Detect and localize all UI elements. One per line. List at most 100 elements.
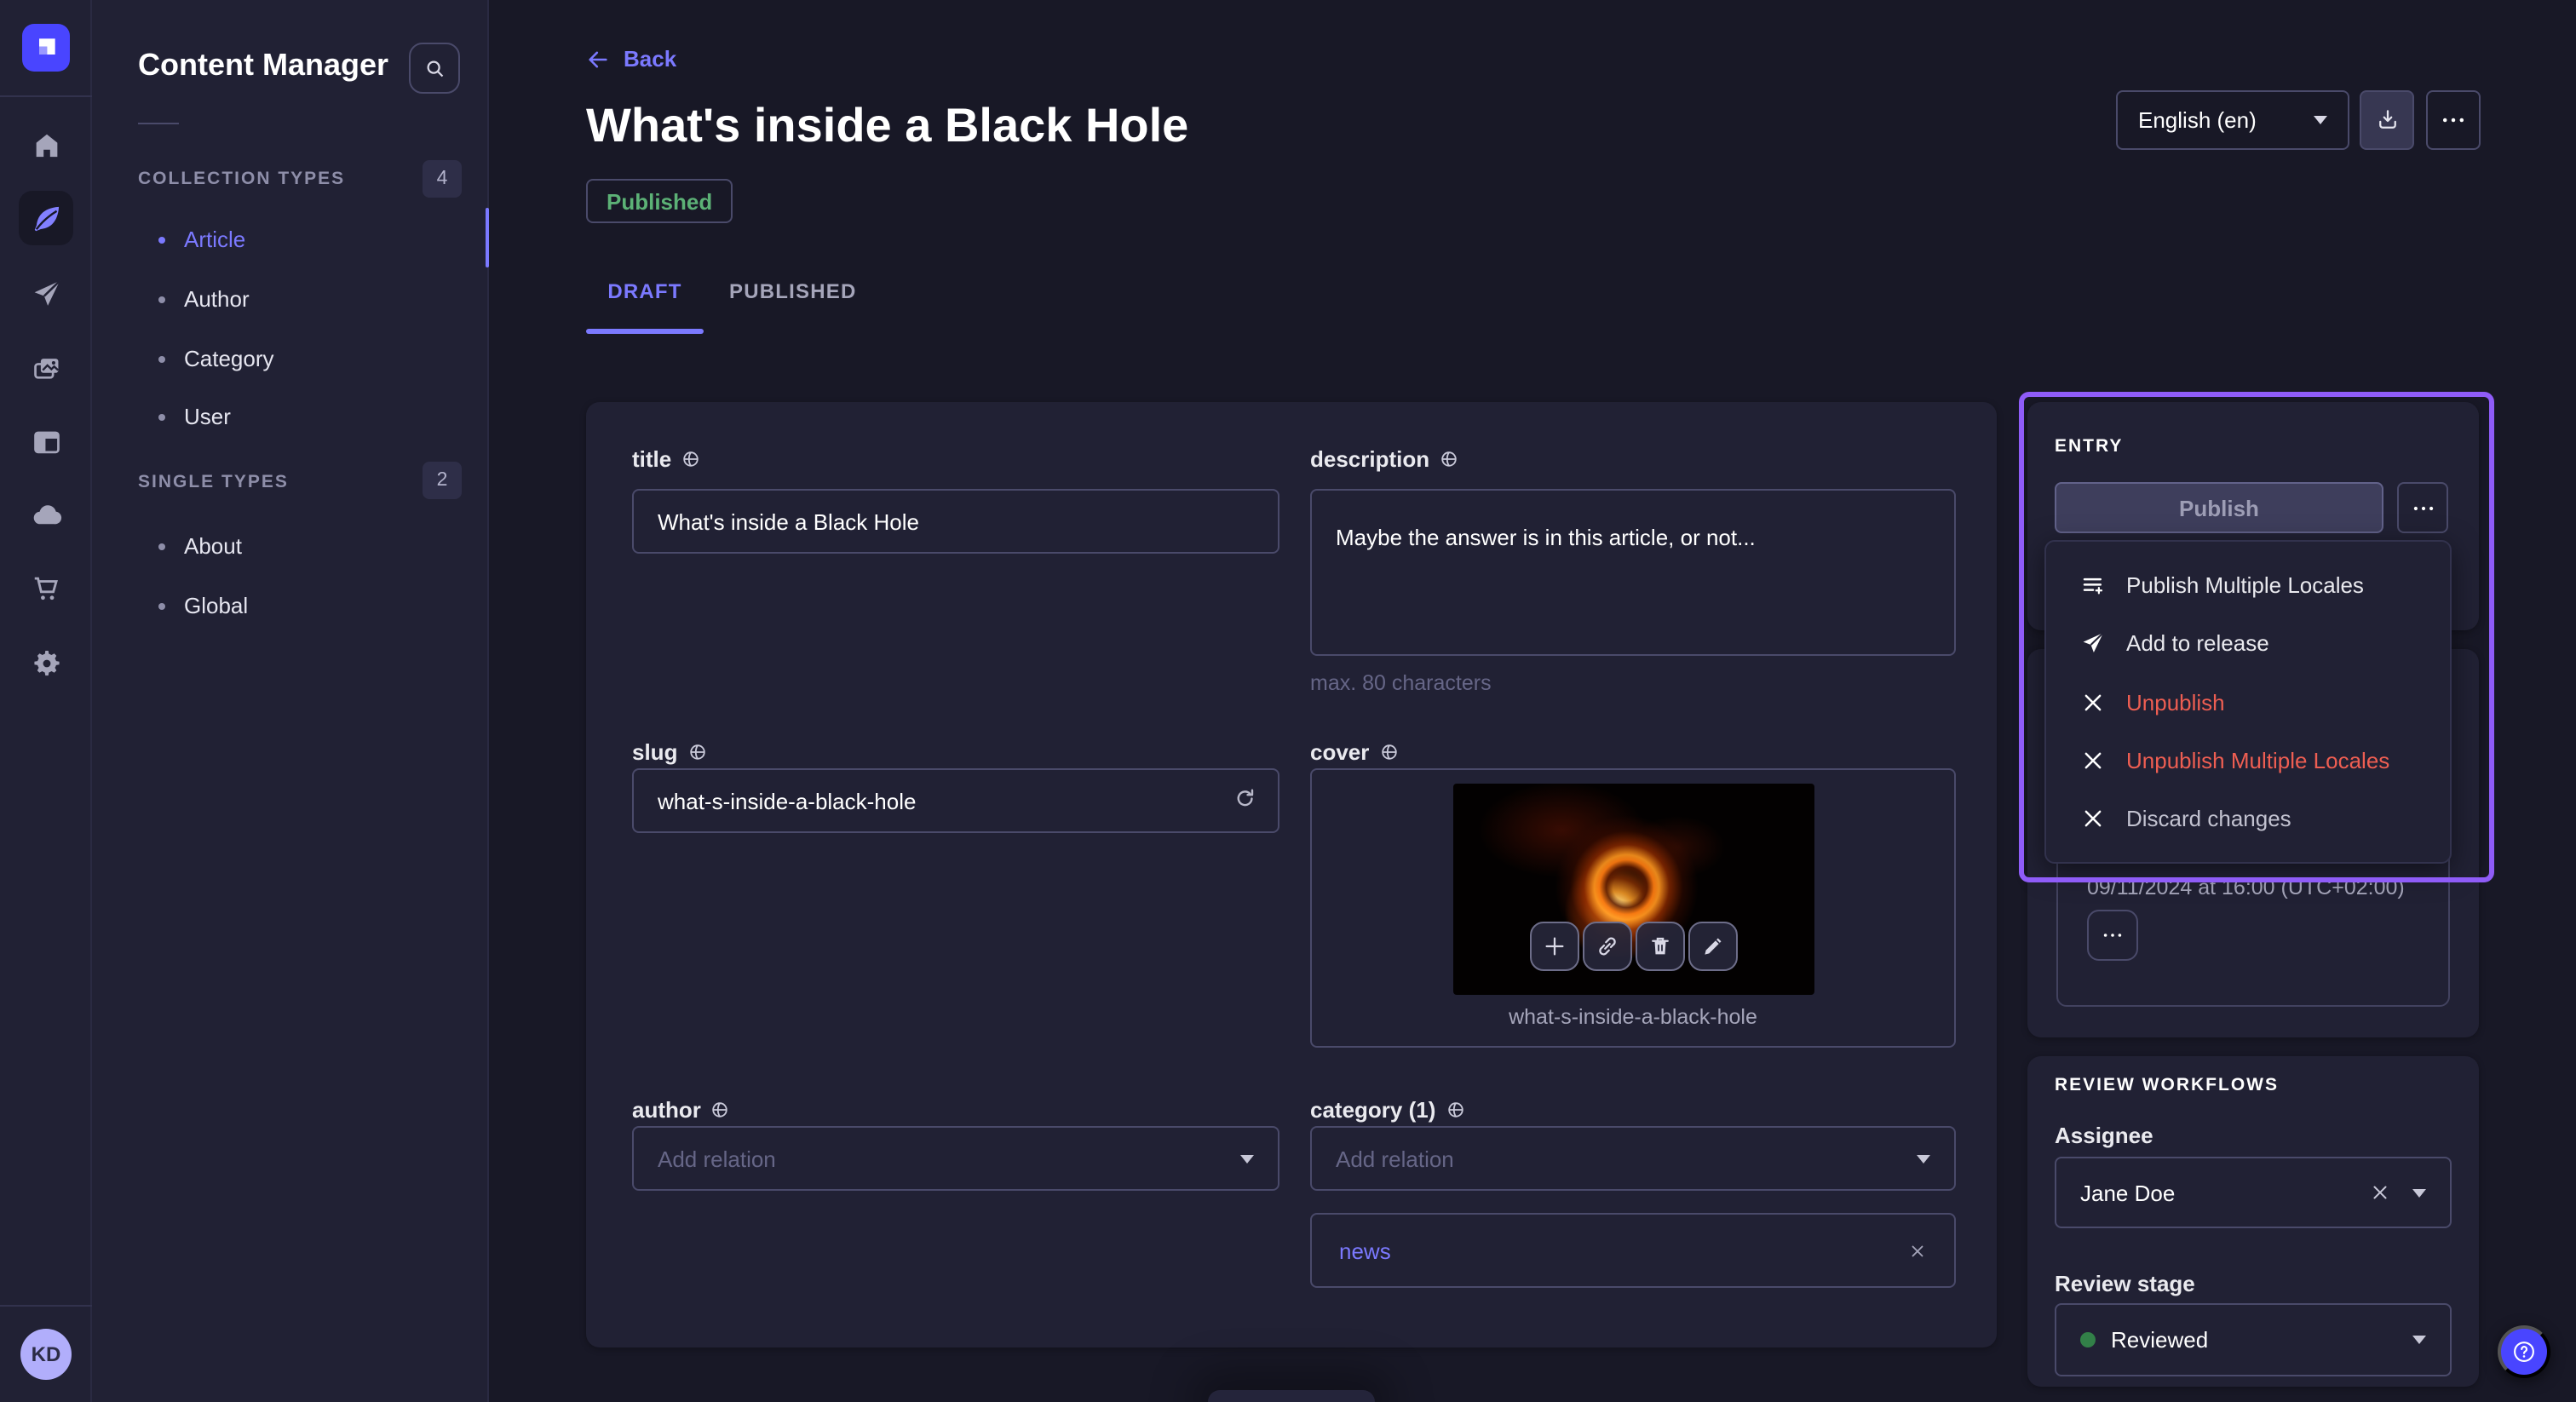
sidebar-section-collection-types: COLLECTION TYPES bbox=[138, 169, 345, 189]
back-label: Back bbox=[624, 46, 676, 72]
relation-news-link[interactable]: news bbox=[1339, 1238, 1391, 1263]
cover-delete-button[interactable] bbox=[1636, 922, 1685, 971]
remove-relation-button[interactable] bbox=[1908, 1241, 1927, 1260]
pencil-icon bbox=[1700, 934, 1726, 959]
author-field-label: author bbox=[632, 1097, 730, 1123]
menu-item-unpublish-multiple-locales[interactable]: Unpublish Multiple Locales bbox=[2046, 731, 2450, 790]
paper-plane-icon bbox=[2080, 630, 2106, 656]
nav-media-library-button[interactable] bbox=[22, 344, 70, 392]
category-placeholder: Add relation bbox=[1336, 1146, 1454, 1171]
strapi-logo-icon bbox=[32, 34, 60, 61]
bullet-icon bbox=[158, 296, 165, 302]
media-icon bbox=[30, 352, 62, 384]
arrow-left-icon bbox=[586, 47, 610, 71]
category-relation-item: news bbox=[1310, 1213, 1956, 1288]
stage-value: Reviewed bbox=[2111, 1327, 2208, 1353]
sidebar-item-user[interactable]: User bbox=[138, 404, 231, 429]
paper-plane-icon bbox=[30, 277, 62, 309]
category-field-label: category (1) bbox=[1310, 1097, 1464, 1123]
review-workflows-title: REVIEW WORKFLOWS bbox=[2055, 1075, 2279, 1095]
status-badge: Published bbox=[586, 179, 733, 223]
title-label-text: title bbox=[632, 446, 671, 472]
sidebar-item-about[interactable]: About bbox=[138, 533, 242, 559]
cover-edit-button[interactable] bbox=[1688, 922, 1738, 971]
strapi-logo[interactable] bbox=[22, 24, 70, 72]
slug-label-text: slug bbox=[632, 739, 677, 765]
menu-item-publish-multiple-locales[interactable]: Publish Multiple Locales bbox=[2046, 555, 2450, 614]
nav-settings-button[interactable] bbox=[22, 639, 70, 687]
active-tab-underline bbox=[586, 329, 704, 334]
sidebar-item-label: Article bbox=[184, 227, 245, 252]
cover-add-button[interactable] bbox=[1530, 922, 1579, 971]
tab-draft[interactable]: DRAFT bbox=[586, 279, 704, 303]
title-input[interactable] bbox=[632, 489, 1279, 554]
publish-button[interactable]: Publish bbox=[2055, 482, 2383, 533]
layout-icon bbox=[30, 425, 62, 457]
author-relation-select[interactable]: Add relation bbox=[632, 1126, 1279, 1191]
menu-item-add-to-release[interactable]: Add to release bbox=[2046, 614, 2450, 673]
nav-releases-button[interactable] bbox=[22, 269, 70, 317]
nav-content-type-builder-button[interactable] bbox=[22, 417, 70, 465]
collapsed-panel-peek[interactable] bbox=[1208, 1390, 1375, 1402]
single-types-count-badge: 2 bbox=[423, 462, 462, 499]
entry-more-button[interactable] bbox=[2397, 482, 2448, 533]
ellipsis-icon bbox=[2102, 932, 2123, 939]
nav-deploy-button[interactable] bbox=[22, 491, 70, 538]
sidebar: Content Manager COLLECTION TYPES 4 Artic… bbox=[92, 0, 489, 1402]
search-button[interactable] bbox=[409, 43, 460, 94]
cross-icon bbox=[2080, 807, 2106, 832]
title-field-label: title bbox=[632, 446, 700, 472]
page-title: What's inside a Black Hole bbox=[586, 99, 1188, 153]
assignee-value: Jane Doe bbox=[2080, 1180, 2175, 1205]
close-icon bbox=[1908, 1241, 1927, 1260]
cross-icon bbox=[2080, 748, 2106, 773]
release-more-button[interactable] bbox=[2087, 910, 2138, 961]
nav-home-button[interactable] bbox=[22, 121, 70, 169]
tab-published[interactable]: PUBLISHED bbox=[729, 279, 842, 303]
globe-icon bbox=[681, 450, 700, 468]
cross-icon bbox=[2080, 689, 2106, 715]
sidebar-item-category[interactable]: Category bbox=[138, 346, 274, 371]
slug-input[interactable] bbox=[632, 768, 1279, 833]
globe-icon bbox=[1440, 450, 1458, 468]
collection-types-count-badge: 4 bbox=[423, 160, 462, 198]
back-link[interactable]: Back bbox=[586, 46, 676, 72]
cover-copy-link-button[interactable] bbox=[1583, 922, 1632, 971]
category-relation-select[interactable]: Add relation bbox=[1310, 1126, 1956, 1191]
app-window: KD Content Manager COLLECTION TYPES 4 Ar… bbox=[0, 0, 2576, 1402]
chevron-down-icon bbox=[1240, 1154, 1254, 1163]
cloud-icon bbox=[30, 498, 62, 531]
globe-icon bbox=[1379, 743, 1398, 761]
active-item-indicator bbox=[486, 208, 489, 267]
menu-item-label: Publish Multiple Locales bbox=[2126, 572, 2364, 597]
author-label-text: author bbox=[632, 1097, 701, 1123]
chevron-down-icon bbox=[1917, 1154, 1930, 1163]
sidebar-item-article[interactable]: Article bbox=[138, 227, 245, 252]
user-avatar[interactable]: KD bbox=[20, 1329, 72, 1380]
header-more-button[interactable] bbox=[2426, 90, 2481, 150]
help-button[interactable] bbox=[2498, 1325, 2550, 1378]
sidebar-item-author[interactable]: Author bbox=[138, 286, 250, 312]
rail-divider-bottom bbox=[0, 1305, 92, 1307]
slug-field-label: slug bbox=[632, 739, 706, 765]
link-icon bbox=[1595, 934, 1620, 959]
menu-item-unpublish[interactable]: Unpublish bbox=[2046, 673, 2450, 732]
entry-panel-title: ENTRY bbox=[2055, 436, 2123, 457]
search-icon bbox=[422, 55, 447, 81]
nav-content-manager-button[interactable] bbox=[22, 194, 70, 242]
regenerate-slug-icon[interactable] bbox=[1232, 787, 1259, 814]
plus-icon bbox=[1542, 934, 1567, 959]
publish-options-menu: Publish Multiple Locales Add to release … bbox=[2044, 540, 2452, 864]
export-button[interactable] bbox=[2360, 90, 2414, 150]
menu-item-discard-changes[interactable]: Discard changes bbox=[2046, 790, 2450, 848]
locale-selected-value: English (en) bbox=[2138, 107, 2257, 133]
locale-select[interactable]: English (en) bbox=[2116, 90, 2349, 150]
nav-marketplace-button[interactable] bbox=[22, 564, 70, 612]
clear-assignee-icon[interactable] bbox=[2370, 1182, 2390, 1203]
sidebar-section-single-types: SINGLE TYPES bbox=[138, 472, 289, 492]
review-stage-select[interactable]: Reviewed bbox=[2055, 1303, 2452, 1376]
list-plus-icon bbox=[2080, 572, 2106, 597]
assignee-select[interactable]: Jane Doe bbox=[2055, 1157, 2452, 1228]
sidebar-item-global[interactable]: Global bbox=[138, 593, 248, 618]
description-textarea[interactable]: Maybe the answer is in this article, or … bbox=[1310, 489, 1956, 656]
